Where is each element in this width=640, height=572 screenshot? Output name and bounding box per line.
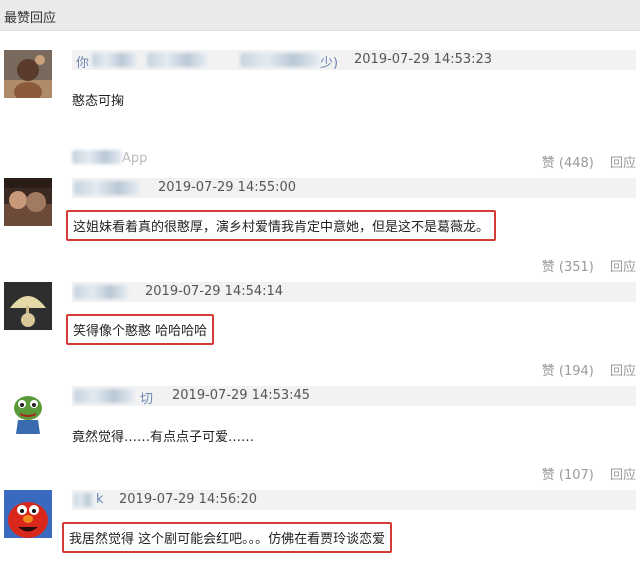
reply-button[interactable]: 回应 xyxy=(610,260,636,275)
comment-item: 2019-07-29 14:55:00 这姐妹看着真的很憨厚，演乡村爱情我肯定中… xyxy=(0,174,640,278)
reply-button[interactable]: 回应 xyxy=(610,364,636,379)
blurred-username xyxy=(74,389,134,403)
username-suffix[interactable]: 切 xyxy=(140,388,153,407)
like-count: (194) xyxy=(558,364,594,379)
comment-actions: 赞 (194) 回应 xyxy=(530,360,636,379)
comment-text: 这姐妹看着真的很憨厚，演乡村爱情我肯定中意她，但是这不是葛薇龙。 xyxy=(66,210,497,241)
username-suffix[interactable]: k xyxy=(96,492,104,507)
comment-actions: 赞 (351) 回应 xyxy=(530,256,636,275)
blurred-username xyxy=(74,181,140,195)
section-title: 最赞回应 xyxy=(4,11,57,26)
comment-meta: 2019-07-29 14:55:00 xyxy=(72,178,636,198)
blurred-username xyxy=(92,53,137,67)
like-label: 赞 xyxy=(541,364,555,379)
comment-item: 2019-07-29 14:54:14 笑得像个憨憨 哈哈哈哈 赞 (194) … xyxy=(0,278,640,382)
comment-meta: k 2019-07-29 14:56:20 xyxy=(72,490,636,510)
avatar-figure-icon xyxy=(4,50,52,98)
avatar[interactable] xyxy=(4,386,52,434)
reply-button[interactable]: 回应 xyxy=(610,156,636,171)
comment-text: 我居然觉得 这个剧可能会红吧。。。仿佛在看贾玲谈恋爱 xyxy=(62,522,393,553)
blurred-username xyxy=(74,285,128,299)
comment-item: k 2019-07-29 14:56:20 我居然觉得 这个剧可能会红吧。。。仿… xyxy=(0,486,640,572)
comment-text: 笑得像个憨憨 哈哈哈哈 xyxy=(66,314,215,345)
comment-time: 2019-07-29 14:55:00 xyxy=(158,180,297,195)
like-button[interactable]: 赞 (351) xyxy=(542,260,594,275)
source-label: App xyxy=(122,151,148,166)
avatar[interactable] xyxy=(4,282,52,330)
section-header: 最赞回应 xyxy=(0,0,640,31)
username[interactable]: 你 xyxy=(76,52,89,71)
comment-item: 你 少) 2019-07-29 14:53:23 憨态可掬 App 赞 (448… xyxy=(0,38,640,174)
reply-button[interactable]: 回应 xyxy=(610,468,636,483)
comment-time: 2019-07-29 14:54:14 xyxy=(145,284,284,299)
like-label: 赞 xyxy=(541,156,555,171)
like-button[interactable]: 赞 (107) xyxy=(542,468,594,483)
like-button[interactable]: 赞 (194) xyxy=(542,364,594,379)
comment-item: 切 2019-07-29 14:53:45 竟然觉得……有点点子可爱…… 赞 (… xyxy=(0,382,640,486)
like-label: 赞 xyxy=(541,468,555,483)
username-suffix[interactable]: 少) xyxy=(320,52,338,71)
comment-actions: 赞 (107) 回应 xyxy=(530,464,636,483)
comment-actions: 赞 (448) 回应 xyxy=(530,152,636,171)
blurred-username xyxy=(147,53,207,67)
like-count: (351) xyxy=(558,260,594,275)
comment-meta: 切 2019-07-29 14:53:45 xyxy=(72,386,636,407)
avatar-elmo-icon xyxy=(4,490,52,538)
blurred-username xyxy=(240,53,320,67)
like-label: 赞 xyxy=(541,260,555,275)
blurred-username xyxy=(74,493,94,507)
like-count: (448) xyxy=(558,156,594,171)
blurred-source xyxy=(72,150,122,164)
like-button[interactable]: 赞 (448) xyxy=(542,156,594,171)
comment-text: 竟然觉得……有点点子可爱…… xyxy=(72,430,255,445)
avatar-cartoon-character-icon xyxy=(4,282,52,330)
comment-time: 2019-07-29 14:56:20 xyxy=(119,492,258,507)
avatar[interactable] xyxy=(4,490,52,538)
avatar[interactable] xyxy=(4,178,52,226)
comment-source: App xyxy=(72,148,147,166)
like-count: (107) xyxy=(558,468,594,483)
avatar-pepe-frog-icon xyxy=(4,386,52,434)
comment-meta: 2019-07-29 14:54:14 xyxy=(72,282,636,302)
avatar-sunset-photo-icon xyxy=(4,178,52,226)
comment-time: 2019-07-29 14:53:23 xyxy=(354,52,493,67)
comment-meta: 你 少) 2019-07-29 14:53:23 xyxy=(72,50,636,71)
avatar[interactable] xyxy=(4,50,52,98)
comment-text: 憨态可掬 xyxy=(72,94,125,109)
comment-time: 2019-07-29 14:53:45 xyxy=(172,388,311,403)
